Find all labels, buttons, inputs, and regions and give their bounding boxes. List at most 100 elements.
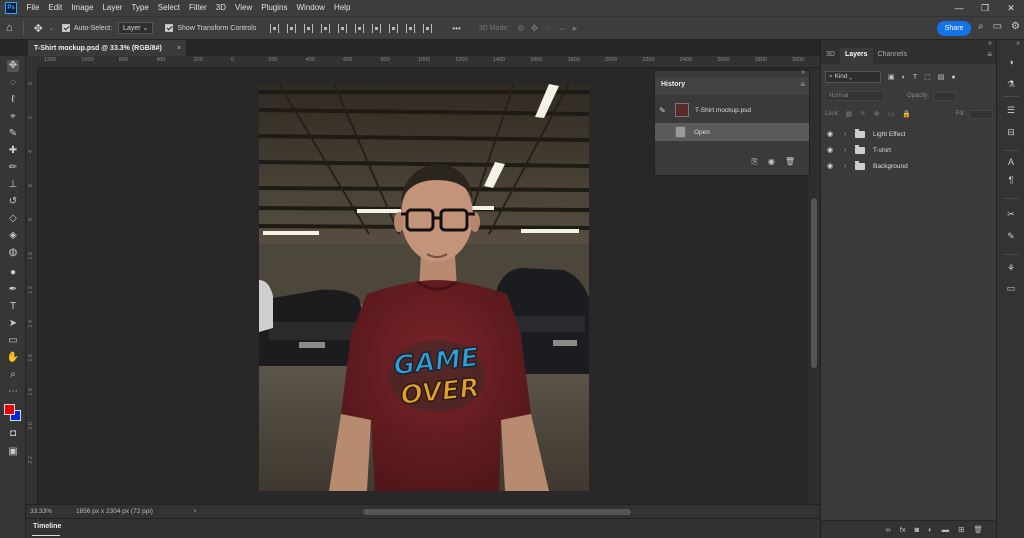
checkbox-checked-icon[interactable] [165,24,174,32]
expand-chevron-icon[interactable]: › [844,163,852,170]
more-tools-icon[interactable]: ⋯ [7,386,19,398]
filter-smart-object-icon[interactable]: ▤ [938,73,945,81]
eraser-tool-icon[interactable]: ◇ [7,213,19,225]
auto-select-checkbox[interactable]: Auto-Select: [61,24,112,32]
align-hcenter-icon[interactable] [287,23,297,33]
layer-row[interactable]: ◉ › T-shirt [821,142,997,158]
zoom-tool-icon[interactable]: ⌕ [7,369,19,381]
checkbox-checked-icon[interactable] [61,24,70,32]
libraries-panel-icon[interactable]: ☰ [1005,104,1017,116]
dock-collapse-icon[interactable]: » [988,40,992,47]
object-selection-tool-icon[interactable]: ⌖ [7,111,19,123]
history-title[interactable]: History [661,81,685,88]
character-panel-icon[interactable]: A [1005,156,1017,168]
close-button[interactable]: ✕ [998,3,1024,14]
move-tool-icon[interactable]: ✥ [7,60,19,72]
document-tab[interactable]: T-Shirt mockup.psd @ 33.3% (RGB/8#) × [28,40,186,56]
align-top-icon[interactable] [321,23,331,33]
filter-toggle-icon[interactable]: ● [951,74,955,81]
lock-all-icon[interactable]: 🔒 [902,110,911,118]
minimize-button[interactable]: — [946,3,972,14]
new-snapshot-icon[interactable]: ◉ [768,157,775,167]
distribute-vertical-icon[interactable] [389,23,399,33]
menu-3d[interactable]: 3D [211,0,230,16]
search-icon[interactable]: ⌕ [978,21,984,32]
align-bottom-icon[interactable] [355,23,365,33]
menu-image[interactable]: Image [67,0,98,16]
distribute-icon[interactable] [372,23,382,33]
distribute-spacing-icon[interactable] [423,23,433,33]
eyedropper-tool-icon[interactable]: ✎ [7,128,19,140]
adjustments-panel-icon[interactable]: ⊟ [1005,126,1017,138]
layer-row[interactable]: ◉ › Light Effect [821,126,997,142]
visibility-eye-icon[interactable]: ◉ [827,146,837,154]
tools-panel-icon[interactable]: ✂ [1005,208,1017,220]
brush-tool-icon[interactable]: ✏ [7,162,19,174]
blend-mode-dropdown[interactable]: Normal [825,91,885,101]
marquee-tool-icon[interactable]: ◌ [7,77,19,89]
tab-channels[interactable]: Channels [873,48,913,64]
tab-layers[interactable]: Layers [839,48,873,64]
status-menu-arrow[interactable]: > [193,508,197,515]
brush-settings-icon[interactable]: ✎ [1005,230,1017,242]
align-right-icon[interactable] [304,23,314,33]
align-vcenter-icon[interactable] [338,23,348,33]
layer-style-fx-icon[interactable]: fx [900,525,906,534]
stamp-tool-icon[interactable]: ⊥ [7,179,19,191]
blur-tool-icon[interactable]: ◍ [7,247,19,259]
layer-row[interactable]: ◉ › Background [821,158,997,174]
document-info[interactable]: 1856 px x 2304 px (72 ppi) [76,508,153,515]
menu-filter[interactable]: Filter [185,0,212,16]
filter-adjustment-icon[interactable]: ◐ [902,74,906,81]
pen-tool-icon[interactable]: ✒ [7,284,19,296]
path-selection-tool-icon[interactable]: ➤ [7,318,19,330]
visibility-eye-icon[interactable]: ◉ [827,130,837,138]
delete-state-icon[interactable]: 🗑 [785,157,795,167]
expand-chevron-icon[interactable]: › [844,131,852,138]
timeline-tab[interactable]: Timeline [33,523,61,530]
history-state-open[interactable]: Open [655,123,809,141]
scrollbar-thumb[interactable] [811,198,817,368]
lock-position-icon[interactable]: ✥ [874,110,880,118]
lock-transparent-icon[interactable]: ▦ [845,110,852,118]
menu-window[interactable]: Window [292,0,329,16]
lock-artboard-icon[interactable]: ▭ [888,110,895,118]
home-icon[interactable]: ⌂ [6,22,13,34]
more-options-button[interactable]: ••• [452,24,460,33]
menu-help[interactable]: Help [329,0,354,16]
visibility-eye-icon[interactable]: ◉ [827,162,837,170]
new-layer-icon[interactable]: ⊞ [958,525,964,534]
distribute-horizontal-icon[interactable] [406,23,416,33]
menu-plugins[interactable]: Plugins [257,0,292,16]
document-canvas-image[interactable]: GAME OVER [259,84,589,491]
auto-select-target-dropdown[interactable]: Layer ⌄ [118,22,154,34]
filter-pixel-icon[interactable]: ▣ [888,73,895,81]
plugins-panel-icon[interactable]: ⚘ [1005,262,1017,274]
menu-layer[interactable]: Layer [98,0,127,16]
color-panel-icon[interactable]: ◑ [1005,56,1017,68]
fill-input[interactable] [969,109,993,119]
zoom-level[interactable]: 33.33% [26,508,62,515]
align-left-icon[interactable] [270,23,280,33]
add-mask-icon[interactable]: ◙ [915,525,920,534]
horizontal-scrollbar-thumb[interactable] [363,509,631,515]
tab-3d[interactable]: 3D [821,48,840,64]
restore-button[interactable]: ❐ [972,3,998,14]
move-tool-icon[interactable]: ✥ [34,22,43,35]
menu-view[interactable]: View [231,0,257,16]
new-document-from-state-icon[interactable]: ⎘ [751,157,757,167]
opacity-input[interactable] [933,91,958,101]
menu-type[interactable]: Type [127,0,153,16]
properties-panel-icon[interactable]: ⚗ [1005,78,1017,90]
menu-file[interactable]: File [22,0,44,16]
link-layers-icon[interactable]: ∞ [885,525,890,534]
panel-menu-icon[interactable]: ≡ [800,80,805,89]
filter-shape-icon[interactable]: ⬚ [924,73,931,81]
adjustment-layer-icon[interactable]: ◐ [928,525,933,534]
menu-select[interactable]: Select [153,0,184,16]
menu-edit[interactable]: Edit [44,0,67,16]
delete-layer-icon[interactable]: 🗑 [973,525,983,534]
lasso-tool-icon[interactable]: ℓ [7,94,19,106]
dodge-tool-icon[interactable]: ● [7,267,19,279]
workspace-icon[interactable]: ▭ [993,21,1002,32]
